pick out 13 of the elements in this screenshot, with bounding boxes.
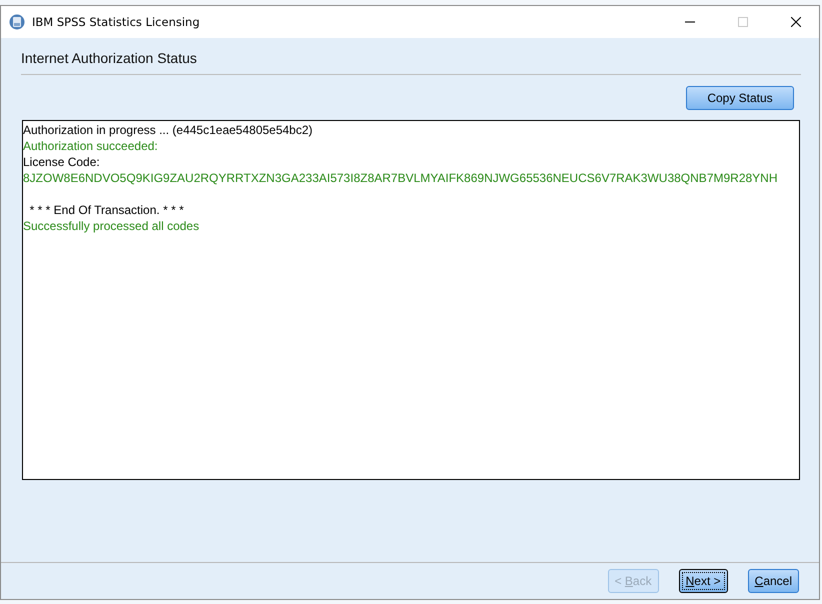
log-line: * * * End Of Transaction. * * * (28, 202, 185, 218)
close-icon[interactable] (791, 17, 801, 27)
app-icon (9, 14, 25, 30)
copy-status-button[interactable]: Copy Status (686, 86, 794, 110)
log-line: Authorization succeeded: (23, 138, 159, 154)
cancel-button[interactable]: Cancel (748, 569, 799, 593)
log-line: License Code: (23, 154, 101, 170)
log-line: Authorization in progress ... (e445c1eae54805e54bc2) (23, 122, 314, 138)
next-button[interactable]: Next > (678, 569, 728, 593)
log-line: Successfully processed all codes (23, 218, 200, 234)
log-line: 8JZOW8E6NDVO5Q9KIG9ZAU2RQYRRTXZN3GA233AI573I8Z8AR7BVLMYAIFK869NJWG65536NEUCS6V7RAK3WU38QNB7M9R28YNH (23, 170, 779, 186)
section-heading: Internet Authorization Status (21, 50, 801, 75)
window-title: IBM SPSS Statistics Licensing (32, 15, 201, 29)
